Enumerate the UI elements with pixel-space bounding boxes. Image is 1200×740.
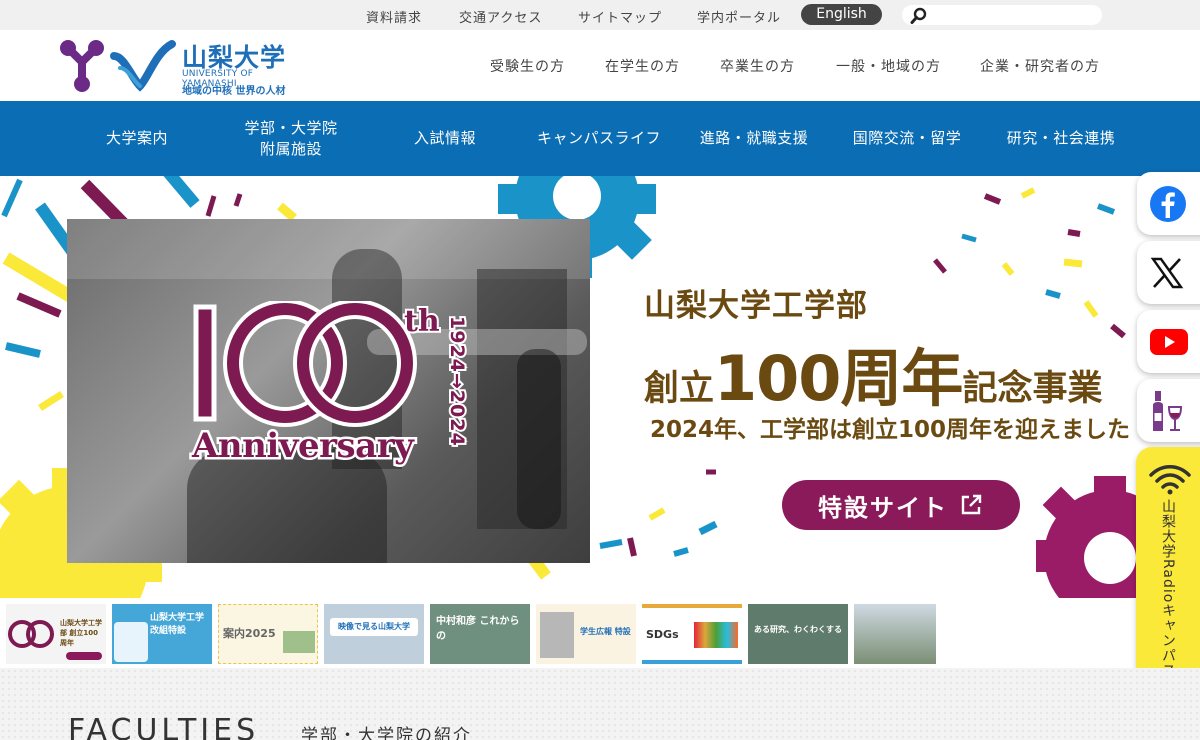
- audience-link-public[interactable]: 一般・地域の方: [836, 56, 941, 76]
- faculties-section: FACULTIES 学部・大学院の紹介: [0, 668, 1200, 740]
- carousel-thumb-100th[interactable]: 山梨大学工学部 創立100周年: [6, 604, 106, 664]
- main-navigation: 大学案内 学部・大学院 附属施設 入試情報 キャンパスライフ 進路・就職支援 国…: [0, 101, 1200, 176]
- carousel-thumb-label: SDGs: [646, 628, 679, 641]
- page: 資料請求 交通アクセス サイトマップ 学内ポータル English 山梨大学 U…: [0, 0, 1200, 740]
- external-link-icon: [961, 494, 982, 515]
- banner-carousel: 山梨大学工学部 創立100周年 山梨大学工学 改組特設 案内2025 映像で見る…: [0, 601, 1200, 665]
- youtube-icon: [1150, 328, 1188, 355]
- x-icon: [1150, 257, 1184, 288]
- faculties-heading-en: FACULTIES: [68, 713, 260, 740]
- audience-link-business[interactable]: 企業・研究者の方: [980, 56, 1100, 76]
- utility-bar: 資料請求 交通アクセス サイトマップ 学内ポータル English: [0, 0, 1200, 30]
- search-icon[interactable]: [910, 7, 928, 25]
- carousel-thumb-label: 中村和彦 これからの: [436, 616, 520, 642]
- nav-item-research[interactable]: 研究・社会連携: [990, 101, 1132, 176]
- carousel-thumb-student-pr[interactable]: 学生広報 特設: [536, 604, 636, 664]
- carousel-thumb-video[interactable]: 映像で見る山梨大学: [324, 604, 424, 664]
- logo-mark-icon: [60, 40, 176, 92]
- faculties-heading-jp: 学部・大学院の紹介: [301, 726, 472, 740]
- audience-link-applicants[interactable]: 受験生の方: [490, 56, 565, 76]
- utility-link-access[interactable]: 交通アクセス: [459, 7, 542, 26]
- carousel-thumb-label: 山梨大学工学 改組特設: [150, 613, 205, 636]
- carousel-thumb-label: 案内2025: [223, 627, 276, 640]
- carousel-thumb-label: 山梨大学工学部 創立100周年: [60, 619, 102, 647]
- carousel-thumb-research[interactable]: ある研究、わくわくする: [748, 604, 848, 664]
- nav-item-campus-life[interactable]: キャンパスライフ: [522, 101, 676, 176]
- anniversary-years: 1924→2024: [444, 314, 470, 449]
- search-input[interactable]: [902, 5, 1102, 25]
- utility-link-brochure[interactable]: 資料請求: [366, 7, 422, 26]
- carousel-thumb-reorg[interactable]: 山梨大学工学 改組特設: [112, 604, 212, 664]
- audience-link-students[interactable]: 在学生の方: [605, 56, 680, 76]
- english-button[interactable]: English: [801, 4, 882, 25]
- hero-title-100th: 100周年: [714, 342, 963, 415]
- hero-title-line1: 山梨大学工学部: [644, 288, 868, 324]
- carousel-thumb-sdgs[interactable]: SDGs: [642, 604, 742, 664]
- nav-item-about[interactable]: 大学案内: [70, 101, 204, 176]
- logo-tagline: 地域の中核 世界の人材: [182, 86, 286, 97]
- utility-link-portal[interactable]: 学内ポータル: [697, 7, 781, 26]
- radio-campus-button[interactable]: 山梨大学Radioキャンパス: [1136, 447, 1200, 703]
- facebook-button[interactable]: [1137, 172, 1200, 235]
- carousel-thumb-label: 映像で見る山梨大学: [338, 622, 410, 631]
- anniversary-word: Anniversary: [189, 424, 416, 469]
- carousel-thumb-label: 学生広報 特設: [580, 627, 631, 636]
- carousel-thumb-label: ある研究、わくわくする: [754, 625, 842, 634]
- nav-item-faculties[interactable]: 学部・大学院 附属施設: [214, 101, 368, 176]
- nav-item-admissions[interactable]: 入試情報: [378, 101, 512, 176]
- nav-item-career[interactable]: 進路・就職支援: [680, 101, 828, 176]
- special-site-label: 特設サイト: [818, 493, 948, 522]
- utility-link-sitemap[interactable]: サイトマップ: [578, 7, 662, 26]
- hero-subtitle: 2024年、工学部は創立100周年を迎えました: [650, 417, 1131, 443]
- carousel-thumb-president[interactable]: 中村和彦 これからの: [430, 604, 530, 664]
- wine-link-button[interactable]: [1137, 379, 1200, 442]
- hero-banner[interactable]: th 1924→2024 Anniversary 山梨大学工学部 創立100周年…: [0, 176, 1200, 598]
- university-logo[interactable]: 山梨大学 UNIVERSITY OF YAMANASHI 地域の中核 世界の人材: [58, 38, 298, 98]
- audience-link-alumni[interactable]: 卒業生の方: [720, 56, 795, 76]
- hero-title-prefix: 創立: [644, 369, 715, 409]
- x-button[interactable]: [1137, 241, 1200, 304]
- wine-bottle-icon: [1153, 390, 1183, 431]
- hero-title-suffix: 記念事業: [962, 369, 1103, 409]
- special-site-button[interactable]: 特設サイト: [782, 480, 1020, 530]
- youtube-button[interactable]: [1137, 310, 1200, 373]
- hero-title-line2: 創立100周年記念事業: [644, 328, 1102, 418]
- facebook-icon: [1150, 185, 1186, 222]
- anniversary-th: th: [402, 302, 442, 341]
- nav-item-international[interactable]: 国際交流・留学: [836, 101, 978, 176]
- carousel-thumb-guide-2025[interactable]: 案内2025: [218, 604, 318, 664]
- wifi-broadcast-icon: [1149, 465, 1191, 495]
- site-header: 山梨大学 UNIVERSITY OF YAMANASHI 地域の中核 世界の人材…: [0, 30, 1200, 101]
- radio-campus-label: 山梨大学Radioキャンパス: [1160, 499, 1176, 679]
- carousel-thumb-campus[interactable]: [854, 604, 936, 664]
